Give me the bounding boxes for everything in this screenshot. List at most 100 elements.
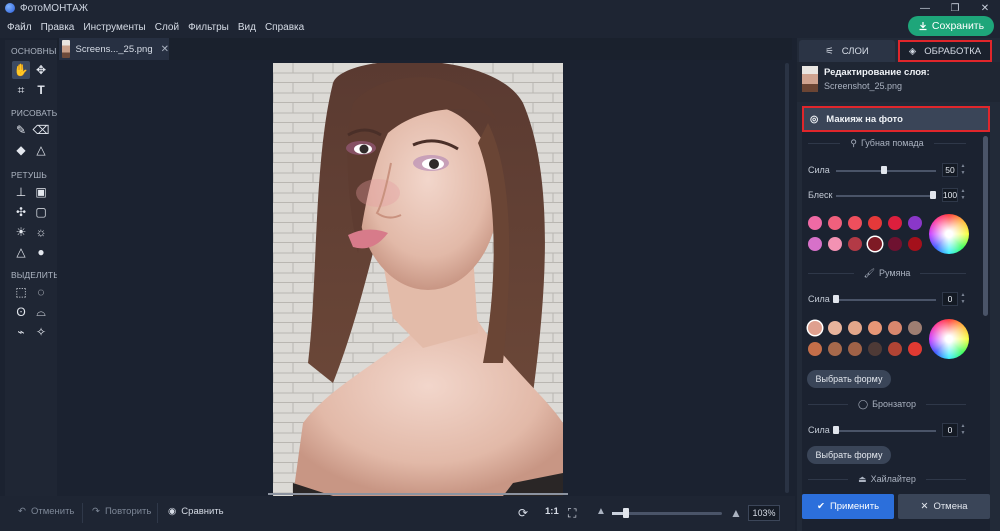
zoom-out-icon[interactable]: ▲ bbox=[596, 506, 606, 517]
lasso-tool[interactable]: ʘ bbox=[12, 303, 30, 321]
photo-image[interactable] bbox=[273, 63, 563, 496]
zoom-in-icon[interactable]: ▲ bbox=[730, 506, 742, 520]
shapes-icon: △ bbox=[36, 143, 46, 157]
lipstick-color-swatch[interactable] bbox=[848, 237, 862, 251]
menu-edit[interactable]: Правка bbox=[41, 22, 75, 33]
lipstick-color-swatch[interactable] bbox=[908, 237, 922, 251]
lipstick-color-swatch[interactable] bbox=[888, 216, 902, 230]
lipstick-color-swatch[interactable] bbox=[908, 216, 922, 230]
blush-strength-spinner[interactable]: ▲ ▼ bbox=[960, 292, 966, 306]
text-tool[interactable]: T bbox=[32, 81, 50, 99]
bronzer-strength-knob[interactable] bbox=[833, 426, 839, 434]
blur-tool[interactable]: ● bbox=[32, 243, 50, 261]
magic-wand-tool[interactable]: ✧ bbox=[32, 323, 50, 341]
makeup-button[interactable]: ◎ Макияж на фото bbox=[802, 106, 990, 132]
menu-help[interactable]: Справка bbox=[265, 22, 304, 33]
patch-tool[interactable]: ▣ bbox=[32, 183, 50, 201]
blush-color-swatch[interactable] bbox=[888, 342, 902, 356]
maximize-button[interactable]: ❐ bbox=[940, 0, 970, 16]
eraser-tool[interactable]: ⌫ bbox=[32, 121, 50, 139]
save-button[interactable]: Сохранить bbox=[908, 16, 994, 36]
document-tab[interactable]: Screens..._25.png ✕ bbox=[59, 38, 169, 60]
lipstick-color-wheel[interactable] bbox=[929, 214, 969, 254]
blush-color-swatch[interactable] bbox=[848, 321, 862, 335]
fill-tool[interactable]: ◆ bbox=[12, 141, 30, 159]
bronzer-shape-button[interactable]: Выбрать форму bbox=[807, 446, 891, 464]
zoom-slider-knob[interactable] bbox=[623, 508, 629, 518]
lighten-tool[interactable]: ☀ bbox=[12, 223, 30, 241]
stamp-tool[interactable]: ⊥ bbox=[12, 183, 30, 201]
hand-tool[interactable]: ✋ bbox=[12, 61, 30, 79]
menu-file[interactable]: Файл bbox=[7, 22, 32, 33]
cancel-button[interactable]: ✕ Отмена bbox=[898, 494, 990, 519]
lipstick-color-swatch[interactable] bbox=[888, 237, 902, 251]
canvas-scroll-vertical[interactable] bbox=[785, 63, 789, 493]
darken-tool[interactable]: ☼ bbox=[32, 223, 50, 241]
healing-tool[interactable]: ✣ bbox=[12, 203, 30, 221]
polygon-lasso-tool[interactable]: ⌓ bbox=[32, 303, 50, 321]
lipstick-gloss-slider[interactable] bbox=[836, 195, 936, 197]
blush-color-swatch[interactable] bbox=[908, 321, 922, 335]
blush-strength-slider[interactable] bbox=[836, 299, 936, 301]
tab-processing[interactable]: ◈ ОБРАБОТКА bbox=[898, 40, 992, 62]
lipstick-color-swatch[interactable] bbox=[828, 237, 842, 251]
lipstick-strength-knob[interactable] bbox=[881, 166, 887, 174]
bronzer-strength-input[interactable]: 0 bbox=[942, 423, 958, 437]
brush-tool[interactable]: ✎ bbox=[12, 121, 30, 139]
shapes-tool[interactable]: △ bbox=[32, 141, 50, 159]
blush-color-swatch[interactable] bbox=[828, 321, 842, 335]
close-window-button[interactable]: ✕ bbox=[970, 0, 1000, 16]
fit-rotate-button[interactable]: ⟳ bbox=[518, 506, 528, 520]
menu-view[interactable]: Вид bbox=[238, 22, 256, 33]
apply-button[interactable]: ✔ Применить bbox=[802, 494, 894, 519]
lipstick-color-swatch[interactable] bbox=[868, 237, 882, 251]
blush-color-swatch[interactable] bbox=[908, 342, 922, 356]
menu-filters[interactable]: Фильтры bbox=[188, 22, 229, 33]
blush-color-swatch[interactable] bbox=[828, 342, 842, 356]
lipstick-color-swatch[interactable] bbox=[848, 216, 862, 230]
blush-color-swatch[interactable] bbox=[868, 342, 882, 356]
move-tool[interactable]: ✥ bbox=[32, 61, 50, 79]
blush-shape-button[interactable]: Выбрать форму bbox=[807, 370, 891, 388]
blush-color-swatch[interactable] bbox=[868, 321, 882, 335]
sharpen-tool[interactable]: △ bbox=[12, 243, 30, 261]
lipstick-color-swatch[interactable] bbox=[828, 216, 842, 230]
lipstick-strength-input[interactable]: 50 bbox=[942, 163, 958, 177]
lipstick-color-swatch[interactable] bbox=[808, 216, 822, 230]
frame-tool[interactable]: ▢ bbox=[32, 203, 50, 221]
zoom-value[interactable]: 103% bbox=[748, 505, 780, 521]
lipstick-gloss-knob[interactable] bbox=[930, 191, 936, 199]
menu-tools[interactable]: Инструменты bbox=[83, 22, 145, 33]
blush-color-swatch[interactable] bbox=[848, 342, 862, 356]
blush-color-swatch[interactable] bbox=[808, 321, 822, 335]
magnetic-lasso-tool[interactable]: ⌁ bbox=[12, 323, 30, 341]
blush-strength-input[interactable]: 0 bbox=[942, 292, 958, 306]
undo-button[interactable]: ↶ Отменить bbox=[18, 506, 74, 517]
minimize-button[interactable]: — bbox=[910, 0, 940, 16]
blush-color-swatch[interactable] bbox=[808, 342, 822, 356]
canvas-area[interactable] bbox=[57, 60, 792, 496]
crop-tool[interactable]: ⌗ bbox=[12, 81, 30, 99]
ellipse-select-tool[interactable]: ◌ bbox=[32, 283, 50, 301]
lipstick-color-swatch[interactable] bbox=[868, 216, 882, 230]
canvas-scroll-horizontal[interactable] bbox=[268, 493, 568, 495]
lipstick-gloss-spinner[interactable]: ▲ ▼ bbox=[960, 188, 966, 202]
blush-color-wheel[interactable] bbox=[929, 319, 969, 359]
left-toolbar: ОСНОВНЫЕ ✋ ✥ ⌗ T РИСОВАТЬ ✎ ⌫ ◆ △ РЕТУШЬ… bbox=[5, 40, 62, 496]
panel-scrollbar[interactable] bbox=[983, 136, 988, 316]
lipstick-strength-spinner[interactable]: ▲ ▼ bbox=[960, 163, 966, 177]
lipstick-gloss-input[interactable]: 100 bbox=[942, 188, 958, 202]
blush-color-swatch[interactable] bbox=[888, 321, 902, 335]
lipstick-color-swatch[interactable] bbox=[808, 237, 822, 251]
redo-button[interactable]: ↷ Повторить bbox=[92, 506, 151, 517]
blush-strength-knob[interactable] bbox=[833, 295, 839, 303]
close-tab-icon[interactable]: ✕ bbox=[161, 44, 169, 55]
actual-size-button[interactable]: 1:1 bbox=[545, 506, 559, 517]
menu-layer[interactable]: Слой bbox=[155, 22, 179, 33]
compare-button[interactable]: ◉ Сравнить bbox=[168, 506, 224, 517]
tab-layers[interactable]: ⚟ СЛОИ bbox=[799, 40, 895, 62]
rect-select-tool[interactable]: ⬚ bbox=[12, 283, 30, 301]
fit-screen-button[interactable]: ⛶ bbox=[568, 506, 576, 521]
bronzer-strength-spinner[interactable]: ▲ ▼ bbox=[960, 423, 966, 437]
bronzer-strength-slider[interactable] bbox=[836, 430, 936, 432]
